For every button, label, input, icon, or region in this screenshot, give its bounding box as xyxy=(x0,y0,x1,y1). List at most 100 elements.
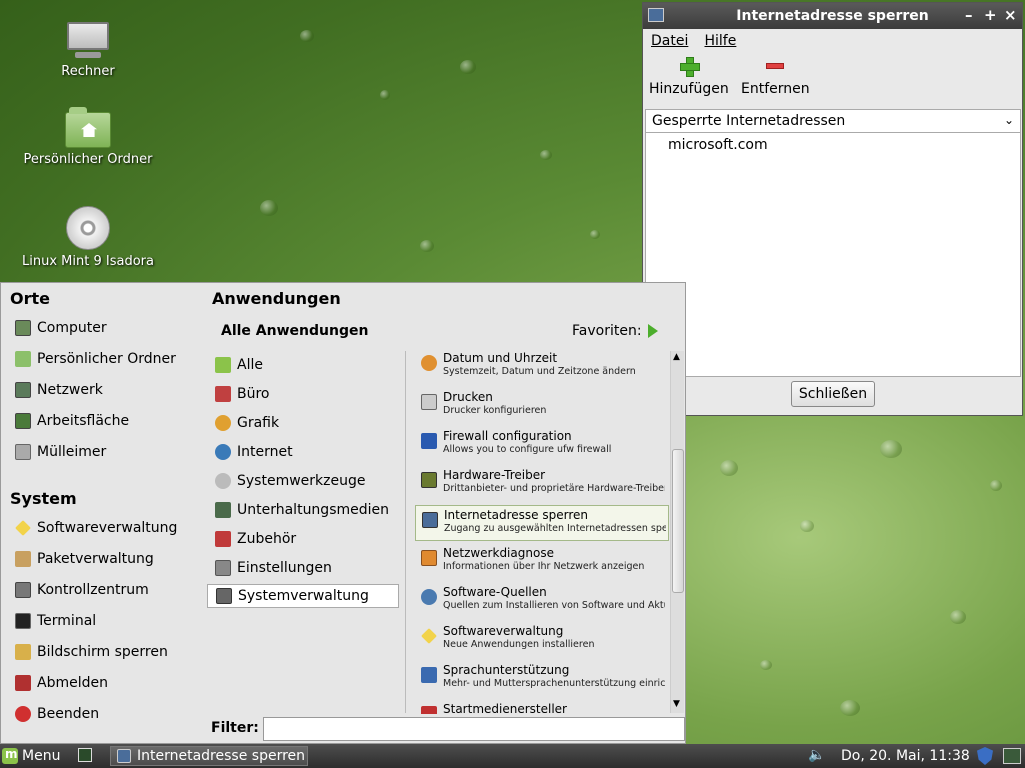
system-terminal[interactable]: Terminal xyxy=(15,610,96,632)
menu-button[interactable]: Menu xyxy=(2,746,60,766)
terminal-icon xyxy=(15,613,31,629)
category-multimedia[interactable]: Unterhaltungsmedien xyxy=(215,498,389,522)
task-label: Internetadresse sperren xyxy=(137,748,306,764)
category-label: Systemwerkzeuge xyxy=(237,473,366,489)
system-label: Kontrollzentrum xyxy=(37,582,149,598)
category-administration[interactable]: Systemverwaltung xyxy=(207,584,399,608)
place-home[interactable]: Persönlicher Ordner xyxy=(15,348,176,370)
system-logout[interactable]: Abmelden xyxy=(15,672,108,694)
update-shield-icon[interactable] xyxy=(977,747,993,765)
show-desktop-icon[interactable] xyxy=(78,748,92,762)
volume-icon[interactable]: 🔈 xyxy=(808,747,825,763)
accessories-icon xyxy=(215,531,231,547)
category-settings[interactable]: Einstellungen xyxy=(215,556,332,580)
clock[interactable]: Do, 20. Mai, 11:38 xyxy=(841,748,970,764)
category-accessories[interactable]: Zubehör xyxy=(215,527,296,551)
menubar: Datei Hilfe xyxy=(643,29,1022,51)
maximize-button[interactable]: + xyxy=(984,6,997,24)
plus-icon xyxy=(679,57,700,77)
app-date-time[interactable]: Datum und Uhrzeit Systemzeit, Datum und Z… xyxy=(415,349,669,385)
star-icon xyxy=(421,628,437,644)
desktop-icon-home[interactable]: Persönlicher Ordner xyxy=(8,107,168,167)
taskbar-window-button[interactable]: Internetadresse sperren xyxy=(110,746,308,766)
system-shutdown[interactable]: Beenden xyxy=(15,703,99,725)
desktop-icon-computer[interactable]: Rechner xyxy=(8,22,168,79)
category-label: Zubehör xyxy=(237,531,297,547)
filter-input[interactable] xyxy=(263,717,685,741)
category-label: Unterhaltungsmedien xyxy=(237,502,390,518)
remove-button-label: Entfernen xyxy=(741,81,810,97)
home-folder-icon xyxy=(15,351,31,367)
close-button[interactable]: Schließen xyxy=(791,381,875,407)
place-trash[interactable]: Mülleimer xyxy=(15,441,106,463)
menu-datei[interactable]: Datei xyxy=(651,33,688,49)
system-label: Paketverwaltung xyxy=(37,551,154,567)
system-package-manager[interactable]: Paketverwaltung xyxy=(15,548,154,570)
menu-left-pane: Orte Computer Persönlicher Ordner Netzwe… xyxy=(1,283,201,743)
office-icon xyxy=(215,386,231,402)
multimedia-icon xyxy=(215,502,231,518)
scrollbar-thumb[interactable] xyxy=(672,449,684,593)
trash-icon xyxy=(15,444,31,460)
app-software-sources[interactable]: Software-Quellen Quellen zum Installieren… xyxy=(415,583,669,619)
scroll-up-icon[interactable]: ▲ xyxy=(673,352,680,362)
app-startup-disk-creator[interactable]: Startmedienersteller xyxy=(415,700,669,714)
app-name: Software-Quellen xyxy=(443,585,547,599)
system-label: Beenden xyxy=(37,706,100,722)
star-icon xyxy=(15,520,31,536)
window-titlebar[interactable]: Internetadresse sperren – + × xyxy=(643,3,1022,29)
category-graphics[interactable]: Grafik xyxy=(215,411,279,435)
category-office[interactable]: Büro xyxy=(215,382,270,406)
app-software-manager[interactable]: Softwareverwaltung Neue Anwendungen insta… xyxy=(415,622,669,658)
category-all[interactable]: Alle xyxy=(215,353,263,377)
printer-icon xyxy=(421,394,437,410)
scroll-down-icon[interactable]: ▼ xyxy=(673,699,680,709)
favorites-button[interactable]: Favoriten: xyxy=(572,323,658,339)
app-firewall[interactable]: Firewall configuration Allows you to conf… xyxy=(415,427,669,463)
minimize-button[interactable]: – xyxy=(965,6,973,24)
list-item[interactable]: microsoft.com xyxy=(646,133,1020,153)
place-desktop[interactable]: Arbeitsfläche xyxy=(15,410,129,432)
close-icon[interactable]: × xyxy=(1004,6,1017,24)
add-button[interactable]: Hinzufügen xyxy=(649,55,729,97)
system-label: Terminal xyxy=(37,613,97,629)
remove-button[interactable]: Entfernen xyxy=(741,55,810,97)
pane-divider xyxy=(405,351,406,713)
app-block-address[interactable]: Internetadresse sperren Zugang zu ausgewä… xyxy=(415,505,669,541)
app-network-diagnosis[interactable]: Netzwerkdiagnose Informationen über Ihr N… xyxy=(415,544,669,580)
chip-icon xyxy=(421,472,437,488)
category-label: Grafik xyxy=(237,415,280,431)
app-description: Neue Anwendungen installieren xyxy=(443,639,595,650)
applications-heading: Anwendungen xyxy=(212,289,341,308)
app-name: Internetadresse sperren xyxy=(444,508,589,522)
category-label: Internet xyxy=(237,444,293,460)
app-language-support[interactable]: Sprachunterstützung Mehr- und Muttersprac… xyxy=(415,661,669,697)
system-lock-screen[interactable]: Bildschirm sperren xyxy=(15,641,168,663)
app-name: Datum und Uhrzeit xyxy=(443,351,558,365)
shield-icon xyxy=(421,433,437,449)
system-control-center[interactable]: Kontrollzentrum xyxy=(15,579,149,601)
all-applications-label: Alle Anwendungen xyxy=(221,323,369,339)
blocked-list[interactable]: microsoft.com xyxy=(645,133,1021,377)
app-name: Hardware-Treiber xyxy=(443,468,546,482)
system-software-manager[interactable]: Softwareverwaltung xyxy=(15,517,177,539)
network-status-icon[interactable] xyxy=(1003,748,1021,764)
network-diagnosis-icon xyxy=(421,550,437,566)
app-name: Startmedienersteller xyxy=(443,702,567,714)
category-label: Büro xyxy=(237,386,270,402)
add-button-label: Hinzufügen xyxy=(649,81,729,97)
mint-logo-icon xyxy=(2,747,18,764)
place-network[interactable]: Netzwerk xyxy=(15,379,103,401)
list-type-select[interactable]: Gesperrte Internetadressen ⌄ xyxy=(645,109,1021,133)
place-label: Netzwerk xyxy=(37,382,103,398)
apps-scrollbar[interactable]: ▲ ▼ xyxy=(670,351,684,713)
desktop-icon-disc[interactable]: Linux Mint 9 Isadora xyxy=(8,206,168,269)
app-hardware-drivers[interactable]: Hardware-Treiber Drittanbieter- und propr… xyxy=(415,466,669,502)
menu-hilfe[interactable]: Hilfe xyxy=(705,33,737,49)
app-printing[interactable]: Drucken Drucker konfigurieren xyxy=(415,388,669,424)
category-system-tools[interactable]: Systemwerkzeuge xyxy=(215,469,365,493)
place-computer[interactable]: Computer xyxy=(15,317,107,339)
category-internet[interactable]: Internet xyxy=(215,440,293,464)
taskbar: Menu Internetadresse sperren 🔈 Do, 20. M… xyxy=(0,744,1025,768)
app-description: Drittanbieter- und proprietäre Hardware-… xyxy=(443,483,665,494)
